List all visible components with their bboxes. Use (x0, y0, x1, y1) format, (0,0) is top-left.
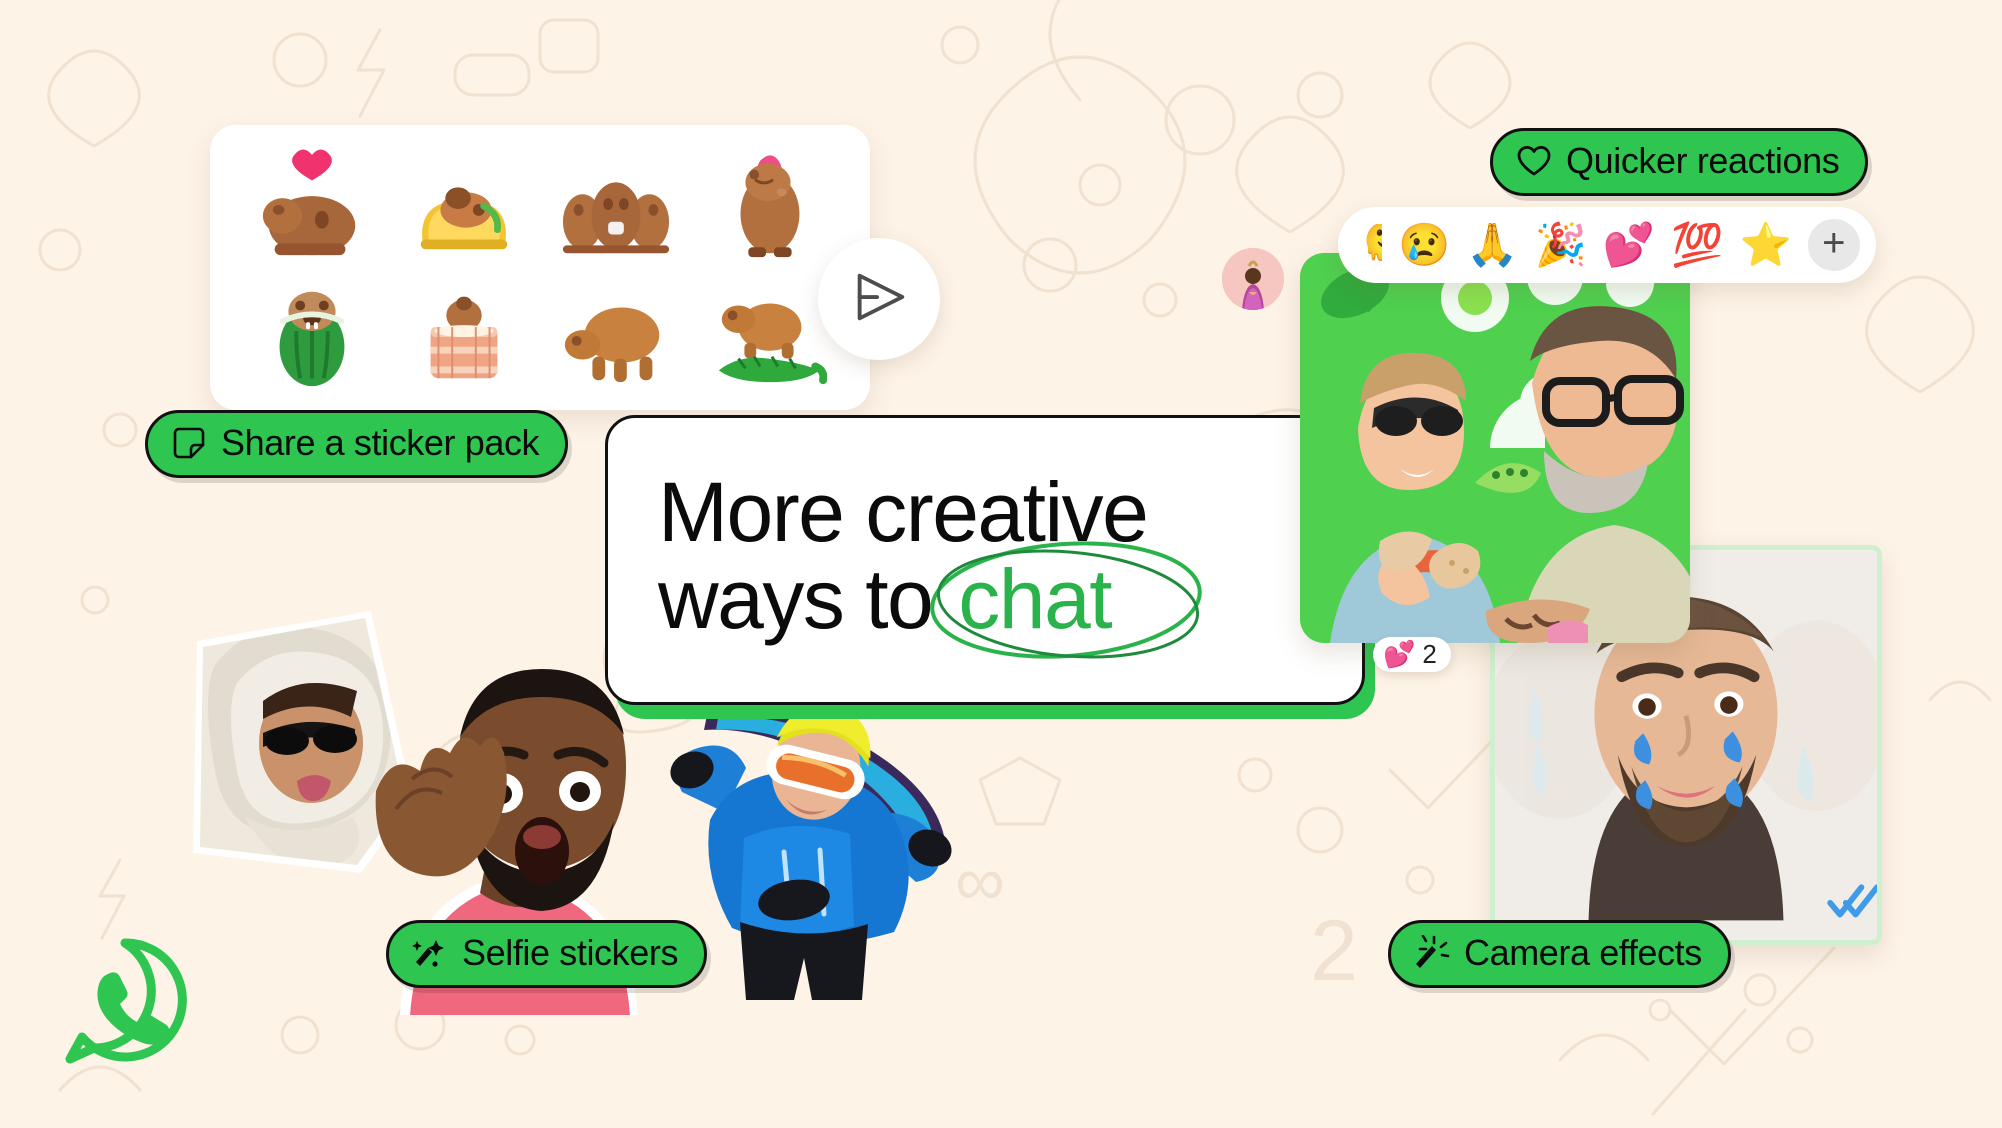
pill-label: Quicker reactions (1566, 140, 1840, 181)
pill-label: Selfie stickers (462, 932, 679, 973)
sticker-three-capybaras[interactable] (556, 148, 676, 266)
sticker-capybara-in-watermelon[interactable] (252, 275, 372, 393)
sticker-capybara-walking[interactable] (556, 275, 676, 393)
sticker-capybara-in-hot-tub[interactable] (404, 275, 524, 393)
add-reaction-button[interactable]: + (1807, 219, 1860, 271)
reaction-emoji-6[interactable]: ⭐ (1739, 224, 1791, 266)
contact-avatar (1222, 248, 1284, 310)
reaction-emoji-2[interactable]: 🙏 (1466, 224, 1518, 266)
headline-line-1: More creative (658, 465, 1149, 560)
reaction-emoji-3[interactable]: 🎉 (1535, 224, 1587, 266)
send-button[interactable] (818, 238, 940, 360)
reaction-emoji-1[interactable]: 😢 (1398, 224, 1450, 266)
pill-label: Camera effects (1464, 932, 1702, 973)
pill-selfie-stickers[interactable]: Selfie stickers (386, 920, 708, 988)
whatsapp-logo-icon (60, 935, 190, 1065)
emoji-reaction-bar[interactable]: 🫠 😢 🙏 🎉 💕 💯 ⭐ + (1338, 207, 1876, 283)
sticker-pack-panel[interactable] (210, 125, 870, 410)
pill-label: Share a sticker pack (221, 422, 540, 463)
sticker-grid (236, 143, 844, 398)
reaction-badge-emoji: 💕 (1383, 639, 1416, 669)
headline-highlight-wrap: chat (930, 541, 1203, 659)
couple-selfie-photo (1300, 253, 1690, 643)
sticker-capybara-on-crocodile[interactable] (708, 275, 828, 393)
magic-wand-sparkle-icon (1413, 934, 1451, 972)
headline-prefix: ways to (658, 552, 934, 646)
headline-line-2: ways to chat (658, 541, 1312, 659)
pill-camera-effects[interactable]: Camera effects (1388, 920, 1731, 988)
reaction-emoji-0[interactable]: 🫠 (1360, 224, 1382, 266)
reaction-emoji-4[interactable]: 💕 (1603, 224, 1655, 266)
promo-hero-stage: 2 ∞ More creative ways to chat 💕 2 😢 🙏 🎉… (0, 0, 2002, 1128)
sticker-icon (170, 424, 208, 462)
pill-share-a-sticker-pack[interactable]: Share a sticker pack (145, 410, 569, 478)
reaction-badge-count: 2 (1422, 639, 1437, 669)
heart-outline-icon (1515, 142, 1553, 180)
svg-text:2: 2 (1310, 903, 1358, 999)
sticker-capybara-in-taco[interactable] (404, 148, 524, 266)
reaction-count-badge[interactable]: 💕 2 (1373, 637, 1451, 672)
headline-highlight-word: chat (958, 552, 1112, 646)
pill-quicker-reactions[interactable]: Quicker reactions (1490, 128, 1869, 196)
magic-wand-icon (411, 934, 449, 972)
headline-card: More creative ways to chat (605, 415, 1365, 705)
sticker-capybara-with-flower[interactable] (708, 148, 828, 266)
send-icon (848, 266, 910, 333)
sticker-capybara-with-heart[interactable] (252, 148, 372, 266)
reaction-emoji-5[interactable]: 💯 (1671, 224, 1723, 266)
